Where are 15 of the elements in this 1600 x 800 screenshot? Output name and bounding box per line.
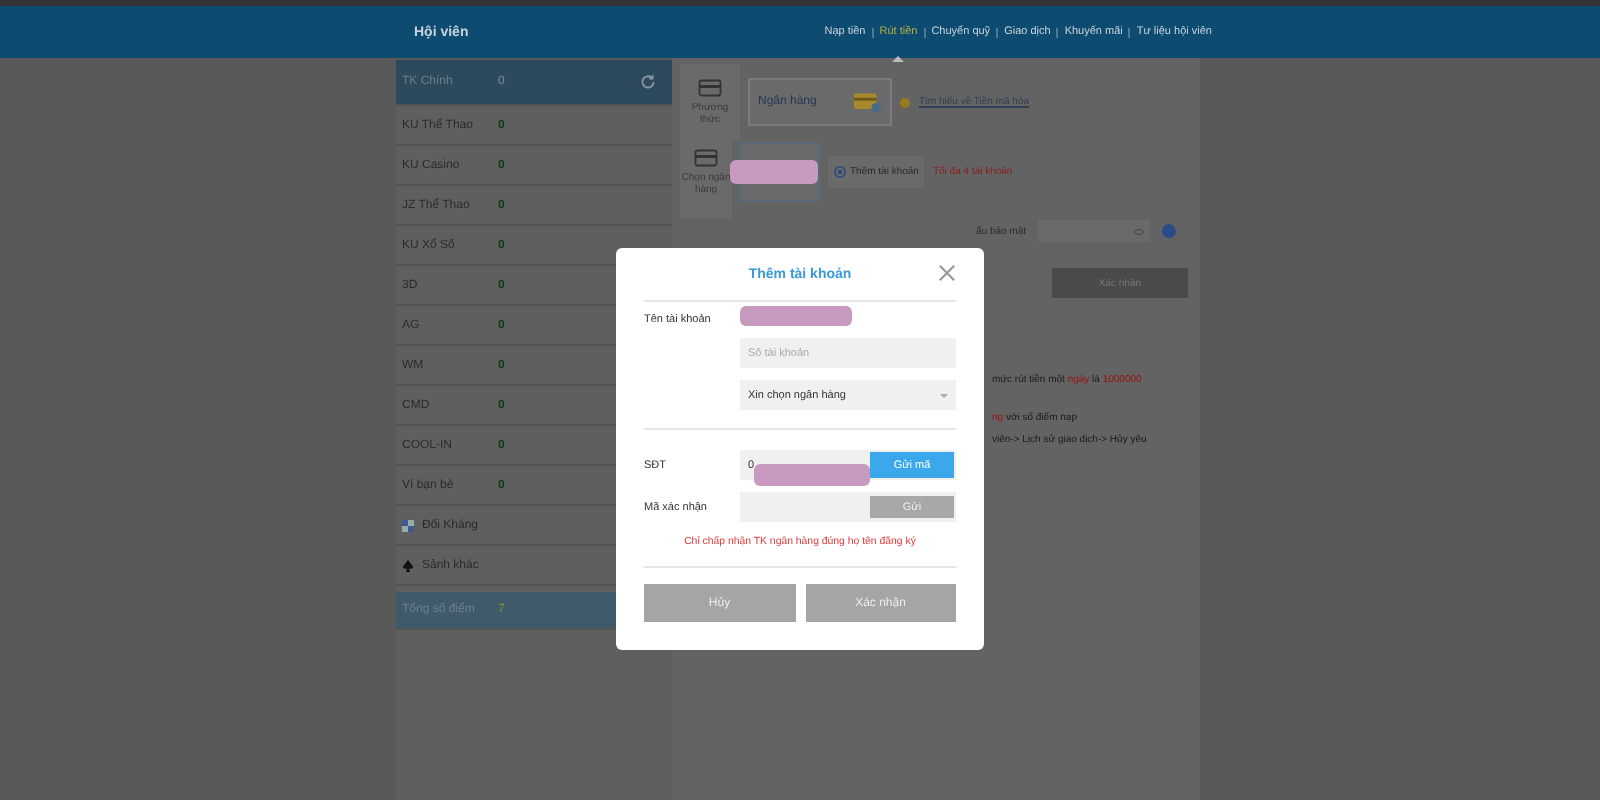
grid-icon — [402, 519, 414, 531]
redaction-mark — [730, 159, 818, 183]
card-icon — [698, 78, 722, 98]
close-icon[interactable] — [938, 264, 956, 282]
caret-icon — [940, 393, 948, 401]
redaction-mark — [754, 464, 871, 486]
card-icon — [854, 90, 882, 114]
card-icon — [694, 147, 718, 167]
refresh-icon[interactable] — [640, 74, 656, 90]
spade-icon — [402, 559, 414, 571]
info-icon — [900, 97, 910, 107]
plus-icon — [834, 165, 846, 177]
password-field[interactable] — [1038, 220, 1151, 242]
redaction-mark — [740, 306, 852, 326]
help-icon[interactable] — [1162, 224, 1177, 238]
